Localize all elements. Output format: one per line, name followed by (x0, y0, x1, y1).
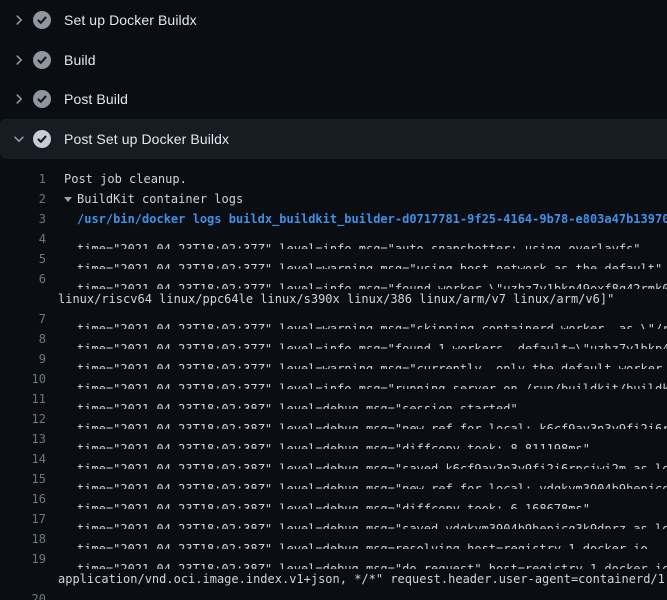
log-line-text: linux/riscv64 linux/ppc64le linux/s390x … (58, 292, 614, 306)
log-line: 15 time="2021-04-23T18:02:38Z" level=debu… (0, 469, 667, 489)
log-line-text: time="2021-04-23T18:02:38Z" level=debug … (77, 422, 667, 429)
log-line: 14 time="2021-04-23T18:02:38Z" level=debu… (0, 449, 667, 469)
step-row-build[interactable]: Build (0, 40, 667, 80)
log-line-number[interactable]: 15 (0, 469, 46, 489)
log-line: 8 time="2021-04-23T18:02:37Z" level=info … (0, 329, 667, 349)
log-line-number[interactable]: 6 (0, 269, 46, 289)
log-line: 6 time="2021-04-23T18:02:37Z" level=info … (0, 269, 667, 289)
log-line-text: application/vnd.oci.image.index.v1+json,… (58, 572, 667, 586)
log-line-number[interactable]: 11 (0, 389, 46, 409)
log-line: 17 time="2021-04-23T18:02:38Z" level=debu… (0, 509, 667, 529)
log-line-number[interactable]: 1 (0, 169, 46, 189)
step-label: Post Set up Docker Buildx (64, 131, 229, 147)
log-line-text: time="2021-04-23T18:02:38Z" level=debug … (77, 562, 667, 569)
step-label: Set up Docker Buildx (64, 12, 197, 28)
log-line-text: time="2021-04-23T18:02:38Z" level=debug … (77, 462, 667, 469)
log-line-number[interactable]: 16 (0, 489, 46, 509)
log-line-text: time="2021-04-23T18:02:38Z" level=debug … (77, 542, 648, 549)
chevron-right-icon (12, 13, 26, 27)
chevron-right-icon (12, 92, 26, 106)
log-line: 10 time="2021-04-23T18:02:37Z" level=info… (0, 369, 667, 389)
log-line-text: Post job cleanup. (64, 172, 187, 186)
log-line-number[interactable]: 10 (0, 369, 46, 389)
log-line-number[interactable]: 4 (0, 229, 46, 249)
log-line-text: time="2021-04-23T18:02:37Z" level=warnin… (77, 322, 667, 329)
chevron-down-icon (12, 132, 26, 146)
log-line-text: time="2021-04-23T18:02:38Z" level=debug … (77, 442, 590, 449)
log-line-number[interactable]: 14 (0, 449, 46, 469)
log-line-text: BuildKit container logs (77, 192, 243, 206)
log-line-text: time="2021-04-23T18:02:38Z" level=debug … (77, 402, 518, 409)
workflow-log-panel: Set up Docker Buildx Build Post Build Post … (0, 0, 667, 600)
check-circle-icon (33, 51, 51, 69)
log-line: 16 time="2021-04-23T18:02:38Z" level=debu… (0, 489, 667, 509)
log-line[interactable]: 2 BuildKit container logs (0, 189, 667, 209)
log-line: 4 time="2021-04-23T18:02:37Z" level=info … (0, 229, 667, 249)
chevron-right-icon (12, 53, 26, 67)
step-label: Build (64, 52, 96, 68)
log-line-number[interactable]: 19 (0, 549, 46, 569)
log-line: 9 time="2021-04-23T18:02:37Z" level=warni… (0, 349, 667, 369)
log-line-text: time="2021-04-23T18:02:37Z" level=info m… (77, 342, 667, 349)
log-line-text: time="2021-04-23T18:02:38Z" level=debug … (77, 482, 667, 489)
log-line-number[interactable]: 13 (0, 429, 46, 449)
log-line: 12 time="2021-04-23T18:02:38Z" level=debu… (0, 409, 667, 429)
log-line: 19 time="2021-04-23T18:02:38Z" level=debu… (0, 549, 667, 569)
check-circle-icon (33, 90, 51, 108)
log-line-number[interactable]: 8 (0, 329, 46, 349)
log-line-text: time="2021-04-23T18:02:37Z" level=warnin… (77, 262, 662, 269)
log-line: 5 time="2021-04-23T18:02:37Z" level=warni… (0, 249, 667, 269)
log-line: 13 time="2021-04-23T18:02:38Z" level=debu… (0, 429, 667, 449)
log-line: 18 time="2021-04-23T18:02:38Z" level=debu… (0, 529, 667, 549)
step-row-post-set-up-docker-buildx[interactable]: Post Set up Docker Buildx (0, 119, 667, 159)
log-line: 20time="2021-04-23T18:02:38Z" level=debu… (0, 589, 667, 600)
log-line-number[interactable]: 12 (0, 409, 46, 429)
log-line-text: time="2021-04-23T18:02:38Z" level=debug … (77, 502, 590, 509)
check-circle-icon (33, 130, 51, 148)
group-expander-triangle-icon[interactable] (64, 197, 72, 202)
step-row-set-up-docker-buildx[interactable]: Set up Docker Buildx (0, 0, 667, 40)
log-line-number[interactable]: 17 (0, 509, 46, 529)
log-line: 3/usr/bin/docker logs buildx_buildkit_bu… (0, 209, 667, 229)
log-line: 11 time="2021-04-23T18:02:38Z" level=debu… (0, 389, 667, 409)
log-line-continuation: linux/riscv64 linux/ppc64le linux/s390x … (0, 289, 667, 309)
log-line-text: time="2021-04-23T18:02:37Z" level=info m… (77, 282, 667, 289)
log-line-text: time="2021-04-23T18:02:37Z" level=warnin… (77, 362, 667, 369)
log-line: 7 time="2021-04-23T18:02:37Z" level=warni… (0, 309, 667, 329)
log-line-number[interactable]: 2 (0, 189, 46, 209)
log-line-number[interactable]: 5 (0, 249, 46, 269)
log-line-text: time="2021-04-23T18:02:37Z" level=info m… (77, 242, 641, 249)
check-circle-icon (33, 11, 51, 29)
log-command-text: /usr/bin/docker logs buildx_buildkit_bui… (77, 212, 667, 226)
log-line-continuation: application/vnd.oci.image.index.v1+json,… (0, 569, 667, 589)
step-list: Set up Docker Buildx Build Post Build Post … (0, 0, 667, 159)
log-line-text: time="2021-04-23T18:02:37Z" level=info m… (77, 382, 667, 389)
log-viewer: 1 Post job cleanup. 2 BuildKit container lo… (0, 159, 667, 600)
step-row-post-build[interactable]: Post Build (0, 79, 667, 119)
log-line: 1 Post job cleanup. (0, 169, 667, 189)
log-line-number[interactable]: 20 (0, 589, 46, 600)
step-label: Post Build (64, 91, 128, 107)
log-line-number[interactable]: 3 (0, 209, 46, 229)
log-line-text: time="2021-04-23T18:02:38Z" level=debug … (77, 522, 667, 529)
log-line-number[interactable]: 9 (0, 349, 46, 369)
log-line-number[interactable]: 18 (0, 529, 46, 549)
log-line-number[interactable]: 7 (0, 309, 46, 329)
